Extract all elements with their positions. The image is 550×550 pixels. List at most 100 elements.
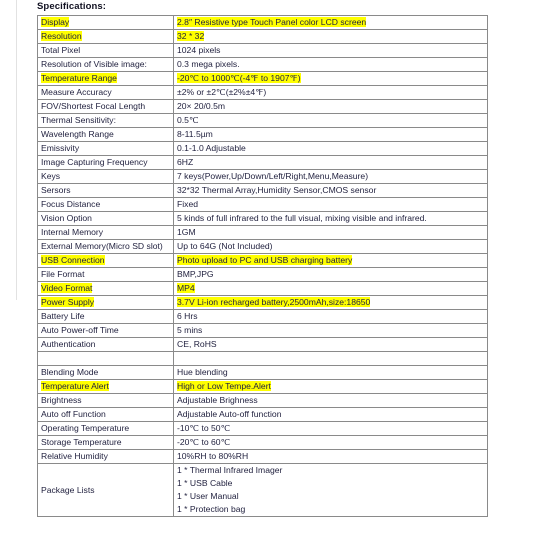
table-row: File Format BMP,JPG xyxy=(37,267,488,282)
spec-value-cell: 32 * 32 xyxy=(173,29,488,44)
spec-key-text: Thermal Sensitivity: xyxy=(41,115,116,125)
spec-value-cell: Adjustable Brighness xyxy=(173,393,488,408)
document-page: Specifications: Display 2.8″ Resistive ty… xyxy=(0,0,550,550)
spec-value-cell: 5 kinds of full infrared to the full vis… xyxy=(173,211,488,226)
table-row: Power Supply 3.7V Li-ion recharged batter… xyxy=(37,295,488,310)
package-list-item: 1 * USB Cable xyxy=(177,478,233,488)
spec-value-cell: 6HZ xyxy=(173,155,488,170)
spec-key-cell: Temperature Alert xyxy=(37,379,174,394)
table-row: Focus Distance Fixed xyxy=(37,197,488,212)
spec-value-cell: -20℃ to 1000℃(-4℉ to 1907℉) xyxy=(173,71,488,86)
spec-key-text: Temperature Range xyxy=(41,73,117,83)
spec-value-cell: Up to 64G (Not Included) xyxy=(173,239,488,254)
table-row: Display 2.8″ Resistive type Touch Panel c… xyxy=(37,15,488,30)
spec-value-text: 8-11.5µm xyxy=(177,129,213,139)
spec-key-text: Auto Power-off Time xyxy=(41,325,119,335)
spec-key-text: Vision Option xyxy=(41,213,92,223)
spec-value-cell: High or Low Tempe.Alert xyxy=(173,379,488,394)
specifications-table-container: Display 2.8″ Resistive type Touch Panel c… xyxy=(37,15,488,517)
spec-value-text: MP4 xyxy=(177,283,195,293)
spec-key-cell: Keys xyxy=(37,169,174,184)
table-row: Brightness Adjustable Brighness xyxy=(37,393,488,408)
spec-value-cell: BMP,JPG xyxy=(173,267,488,282)
table-row: Operating Temperature -10℃ to 50℃ xyxy=(37,421,488,436)
spec-value-text: 3.7V Li-ion recharged battery,2500mAh,si… xyxy=(177,297,371,307)
table-row-package-lists: Package Lists 1 * Thermal Infrared Imager… xyxy=(37,463,488,517)
spec-key-text: Temperature Alert xyxy=(41,381,109,391)
spec-key-cell: File Format xyxy=(37,267,174,282)
spec-value-text: 6 Hrs xyxy=(177,311,198,321)
spec-key-cell: Total Pixel xyxy=(37,43,174,58)
table-row: Internal Memory 1GM xyxy=(37,225,488,240)
spec-key-text: Emissivity xyxy=(41,143,80,153)
spec-key-cell: Display xyxy=(37,15,174,30)
spec-key-text: External Memory(Micro SD slot) xyxy=(41,241,163,251)
package-lists-value-cell: 1 * Thermal Infrared Imager 1 * USB Cable… xyxy=(173,463,488,517)
spec-value-cell: -20℃ to 60℃ xyxy=(173,435,488,450)
spec-value-cell: 7 keys(Power,Up/Down/Left/Right,Menu,Mea… xyxy=(173,169,488,184)
spec-key-cell: Emissivity xyxy=(37,141,174,156)
spec-key-text: Display xyxy=(41,17,70,27)
spec-value-cell: Fixed xyxy=(173,197,488,212)
spec-key-text: Blending Mode xyxy=(41,367,99,377)
spec-value-text: -10℃ to 50℃ xyxy=(177,423,231,433)
specifications-table: Display 2.8″ Resistive type Touch Panel c… xyxy=(37,15,488,517)
spec-value-text: 0.5℃ xyxy=(177,115,199,125)
table-row: Temperature Range -20℃ to 1000℃(-4℉ to 19… xyxy=(37,71,488,86)
spec-key-text: Authentication xyxy=(41,339,96,349)
spec-key-cell: Resolution xyxy=(37,29,174,44)
table-row: External Memory(Micro SD slot) Up to 64G … xyxy=(37,239,488,254)
spec-value-cell: Photo upload to PC and USB charging batt… xyxy=(173,253,488,268)
spec-key-cell-empty xyxy=(37,351,174,366)
table-row: Auto off Function Adjustable Auto-off fun… xyxy=(37,407,488,422)
table-row: Blending Mode Hue blending xyxy=(37,365,488,380)
spec-key-text: Total Pixel xyxy=(41,45,81,55)
spec-value-cell: 20× 20/0.5m xyxy=(173,99,488,114)
table-row: Temperature Alert High or Low Tempe.Alert xyxy=(37,379,488,394)
spec-value-cell: 3.7V Li-ion recharged battery,2500mAh,si… xyxy=(173,295,488,310)
table-row: USB Connection Photo upload to PC and USB… xyxy=(37,253,488,268)
spec-value-text: 2.8″ Resistive type Touch Panel color LC… xyxy=(177,17,367,27)
spec-key-cell: Power Supply xyxy=(37,295,174,310)
spec-value-cell: -10℃ to 50℃ xyxy=(173,421,488,436)
spec-value-cell: 6 Hrs xyxy=(173,309,488,324)
spec-value-cell: Adjustable Auto-off function xyxy=(173,407,488,422)
spec-key-text: Focus Distance xyxy=(41,199,101,209)
table-row: Total Pixel 1024 pixels xyxy=(37,43,488,58)
spec-key-text: Resolution xyxy=(41,31,82,41)
spec-value-cell: 10%RH to 80%RH xyxy=(173,449,488,464)
table-row: Auto Power-off Time 5 mins xyxy=(37,323,488,338)
spec-key-cell: Auto Power-off Time xyxy=(37,323,174,338)
spec-key-text: Wavelength Range xyxy=(41,129,114,139)
spec-key-cell: USB Connection xyxy=(37,253,174,268)
table-row: Vision Option 5 kinds of full infrared to… xyxy=(37,211,488,226)
table-row xyxy=(37,351,488,366)
spec-key-text: Internal Memory xyxy=(41,227,104,237)
spec-value-cell: 1024 pixels xyxy=(173,43,488,58)
page-margin-rule xyxy=(16,0,17,300)
spec-value-text: Adjustable Auto-off function xyxy=(177,409,282,419)
spec-value-text: 32*32 Thermal Array,Humidity Sensor,CMOS… xyxy=(177,185,377,195)
spec-value-text: Up to 64G (Not Included) xyxy=(177,241,273,251)
spec-key-cell: Vision Option xyxy=(37,211,174,226)
spec-key-cell: Sersors xyxy=(37,183,174,198)
spec-key-text: Power Supply xyxy=(41,297,95,307)
spec-value-cell: 0.5℃ xyxy=(173,113,488,128)
spec-key-cell: Storage Temperature xyxy=(37,435,174,450)
spec-value-cell: 32*32 Thermal Array,Humidity Sensor,CMOS… xyxy=(173,183,488,198)
spec-value-text: 10%RH to 80%RH xyxy=(177,451,249,461)
spec-key-text: Relative Humidity xyxy=(41,451,108,461)
spec-value-cell: 0.1-1.0 Adjustable xyxy=(173,141,488,156)
table-row: Emissivity 0.1-1.0 Adjustable xyxy=(37,141,488,156)
spec-value-text: CE, RoHS xyxy=(177,339,217,349)
table-row: Measure Accuracy ±2% or ±2℃(±2%±4℉) xyxy=(37,85,488,100)
table-row: Storage Temperature -20℃ to 60℃ xyxy=(37,435,488,450)
package-list-item: 1 * Protection bag xyxy=(177,504,246,514)
spec-key-text: Auto off Function xyxy=(41,409,106,419)
table-row: Battery Life 6 Hrs xyxy=(37,309,488,324)
table-row: Image Capturing Frequency 6HZ xyxy=(37,155,488,170)
spec-key-text: File Format xyxy=(41,269,85,279)
spec-value-text: BMP,JPG xyxy=(177,269,214,279)
package-lists-key-cell: Package Lists xyxy=(37,463,174,517)
spec-value-cell: 8-11.5µm xyxy=(173,127,488,142)
